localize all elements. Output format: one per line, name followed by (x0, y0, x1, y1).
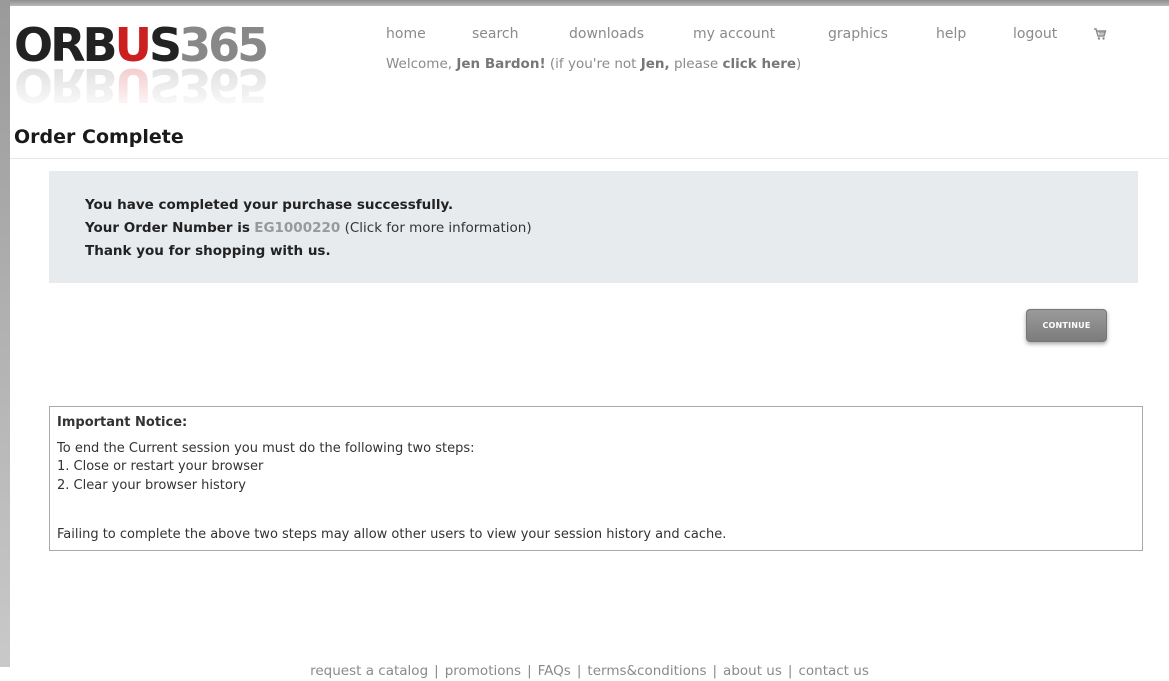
important-notice-box: Important Notice: To end the Current ses… (49, 406, 1143, 551)
footer-separator: | (434, 663, 439, 679)
order-number-link[interactable]: EG1000220 (254, 220, 340, 236)
order-number-hint: (Click for more information) (344, 220, 532, 236)
footer-links: request a catalog | promotions | FAQs | terms&… (10, 663, 1169, 679)
order-number-line: Your Order Number is EG1000220 (Click fo… (85, 220, 532, 236)
footer-separator: | (712, 663, 718, 679)
footer-link-faqs[interactable]: FAQs (538, 663, 571, 679)
footer-link-request-catalog[interactable]: request a catalog (310, 663, 428, 679)
footer-link-contact-us[interactable]: contact us (798, 663, 868, 679)
order-confirmation-panel: You have completed your purchase success… (49, 171, 1138, 283)
nav-logout[interactable]: logout (1013, 26, 1057, 42)
nav-search[interactable]: search (472, 26, 519, 42)
welcome-user-name: Jen Bardon! (456, 56, 546, 72)
notice-step-1: 1. Close or restart your browser (57, 459, 264, 474)
confirmation-success-message: You have completed your purchase success… (85, 197, 454, 213)
notice-warning: Failing to complete the above two steps … (57, 527, 727, 542)
title-divider (10, 158, 1169, 159)
welcome-message: Welcome, Jen Bardon! (if you're not Jen,… (386, 56, 801, 72)
welcome-not-user: (if you're not (549, 56, 637, 72)
thank-you-message: Thank you for shopping with us. (85, 243, 331, 259)
welcome-please: please (673, 56, 719, 72)
nav-help[interactable]: help (936, 26, 966, 42)
nav-graphics[interactable]: graphics (828, 26, 888, 42)
logo-reflection: ORBUS365 (14, 58, 267, 112)
notice-title: Important Notice: (57, 415, 188, 430)
order-number-label: Your Order Number is (85, 220, 250, 236)
footer-link-terms[interactable]: terms&conditions (587, 663, 706, 679)
notice-step-2: 2. Clear your browser history (57, 478, 246, 493)
footer-separator: | (576, 663, 582, 679)
footer-link-promotions[interactable]: promotions (445, 663, 521, 679)
footer-separator: | (787, 663, 793, 679)
footer-link-about-us[interactable]: about us (723, 663, 782, 679)
welcome-first-name: Jen, (640, 56, 670, 72)
page: ORBUS365 ORBUS365 home search downloads … (10, 6, 1169, 681)
welcome-prefix: Welcome, (386, 56, 453, 72)
continue-button[interactable]: CONTINUE (1026, 309, 1107, 342)
page-title: Order Complete (14, 126, 184, 148)
nav-downloads[interactable]: downloads (569, 26, 644, 42)
switch-user-link[interactable]: click here (723, 56, 797, 72)
nav-my-account[interactable]: my account (693, 26, 775, 42)
footer-separator: | (527, 663, 532, 679)
welcome-suffix: ) (796, 56, 802, 72)
cart-icon[interactable] (1093, 27, 1107, 41)
orbus365-logo[interactable]: ORBUS365 ORBUS365 (14, 16, 284, 116)
nav-home[interactable]: home (386, 26, 426, 42)
notice-intro: To end the Current session you must do t… (57, 441, 475, 456)
window-frame-left (0, 0, 10, 667)
